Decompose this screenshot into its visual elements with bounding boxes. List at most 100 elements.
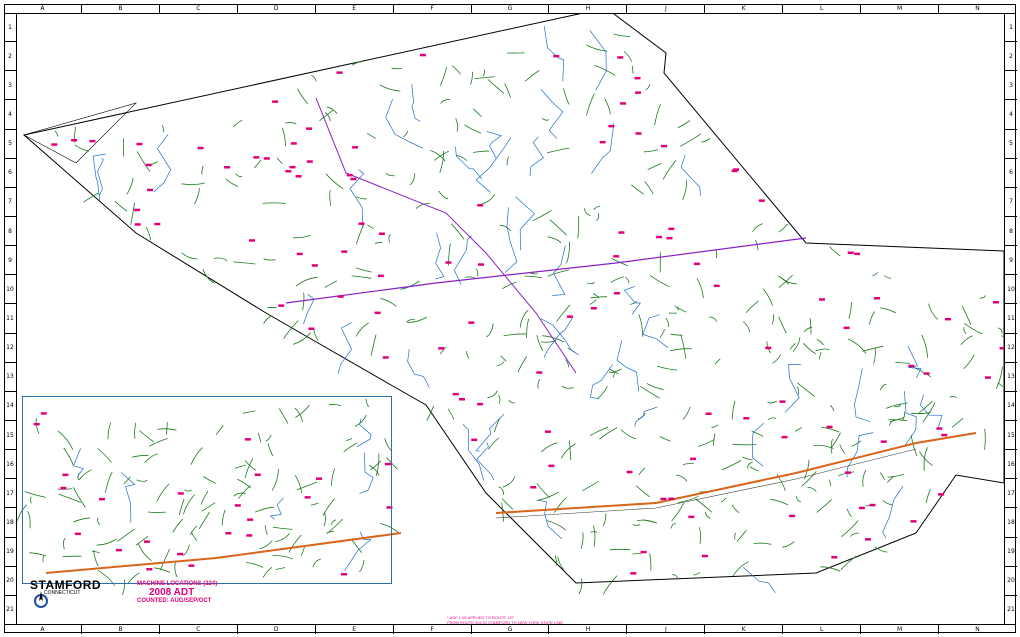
road-segment bbox=[782, 541, 795, 548]
road-segment bbox=[767, 417, 777, 421]
road-segment bbox=[439, 67, 447, 86]
road-segment bbox=[888, 419, 908, 422]
count-station-marker bbox=[336, 71, 343, 74]
road-segment bbox=[326, 106, 338, 114]
road-segment bbox=[506, 156, 509, 166]
road-segment bbox=[583, 208, 591, 217]
road-segment bbox=[582, 480, 599, 492]
road-segment bbox=[925, 489, 931, 504]
stream bbox=[540, 89, 564, 139]
road-segment bbox=[283, 320, 299, 339]
road-segment bbox=[537, 379, 541, 389]
road-segment bbox=[928, 303, 938, 320]
road-segment bbox=[620, 429, 637, 440]
road-segment bbox=[235, 173, 243, 177]
road-segment bbox=[254, 159, 262, 169]
road-segment bbox=[753, 542, 772, 545]
road-segment bbox=[504, 83, 511, 98]
stream bbox=[453, 235, 472, 285]
row-label: 9 bbox=[1005, 246, 1017, 276]
road-segment bbox=[631, 184, 644, 195]
count-station-marker bbox=[781, 435, 788, 439]
stream bbox=[337, 322, 353, 374]
row-label: 15 bbox=[4, 421, 16, 451]
count-station-marker bbox=[471, 438, 478, 442]
road-segment bbox=[879, 383, 887, 391]
road-segment bbox=[295, 276, 318, 287]
road-segment bbox=[262, 202, 286, 204]
road-segment bbox=[649, 553, 652, 571]
count-station-marker bbox=[908, 364, 915, 368]
road-segment bbox=[731, 400, 736, 420]
column-label: N bbox=[975, 5, 980, 12]
road-segment bbox=[554, 555, 558, 566]
row-label: 8 bbox=[1005, 217, 1017, 247]
route-note: * AGF 1.05 APPLIED TO ROUTE 137 FROM ROU… bbox=[447, 615, 563, 625]
row-label: 17 bbox=[4, 479, 16, 509]
count-station-marker bbox=[630, 572, 637, 575]
road-segment bbox=[498, 486, 505, 495]
road-segment bbox=[324, 280, 338, 288]
road-segment bbox=[647, 162, 662, 170]
road-segment bbox=[451, 223, 465, 240]
count-station-marker bbox=[847, 251, 854, 254]
road-segment bbox=[438, 190, 449, 200]
count-station-marker bbox=[306, 127, 312, 130]
road-segment bbox=[874, 546, 888, 553]
road-segment bbox=[818, 351, 822, 360]
road-segment bbox=[895, 362, 910, 364]
row-label: 1 bbox=[1005, 13, 1017, 43]
count-station-marker bbox=[992, 301, 999, 304]
road-segment bbox=[979, 295, 986, 299]
count-station-marker bbox=[999, 347, 1004, 350]
stream bbox=[515, 196, 535, 251]
count-station-marker bbox=[452, 392, 459, 396]
stream bbox=[153, 134, 172, 193]
road-segment bbox=[962, 306, 972, 325]
count-station-marker bbox=[71, 139, 78, 142]
stream bbox=[589, 30, 607, 91]
stream bbox=[882, 485, 904, 539]
road-segment bbox=[566, 241, 570, 264]
road-segment bbox=[547, 236, 562, 244]
count-station-marker bbox=[341, 250, 348, 253]
road-segment bbox=[813, 444, 834, 449]
count-station-marker bbox=[938, 493, 945, 496]
stream bbox=[538, 499, 563, 540]
count-station-marker bbox=[854, 252, 861, 256]
row-label: 3 bbox=[4, 71, 16, 101]
road-segment bbox=[662, 160, 677, 180]
row-label: 12 bbox=[1005, 334, 1017, 363]
count-station-marker bbox=[154, 222, 161, 226]
stream bbox=[462, 424, 485, 481]
adt-legend: MACHINE LOCATIONS (224) 2008 ADT COUNTED… bbox=[137, 581, 217, 604]
road-segment bbox=[473, 150, 490, 153]
road-segment bbox=[656, 365, 678, 371]
road-segment bbox=[329, 190, 332, 206]
count-station-marker bbox=[984, 376, 991, 379]
road-segment bbox=[556, 304, 571, 322]
count-station-marker bbox=[731, 169, 738, 173]
row-label: 6 bbox=[4, 159, 16, 188]
road-segment bbox=[586, 282, 595, 285]
map-sheet: ABCDEFGHJKLMN ABCDEFGHJKLMN 1 2 3 4 5 6 7 8 9 10 1… bbox=[0, 0, 1020, 637]
row-label: 10 bbox=[1005, 275, 1017, 305]
road-segment bbox=[770, 498, 789, 506]
road-segment bbox=[772, 354, 781, 364]
count-station-marker bbox=[869, 503, 876, 507]
count-station-marker bbox=[306, 160, 313, 163]
row-label: 13 bbox=[1005, 363, 1017, 392]
road-segment bbox=[623, 51, 632, 62]
count-station-marker bbox=[843, 326, 850, 330]
column-label: D bbox=[238, 4, 316, 13]
road-segment bbox=[590, 531, 598, 534]
road-segment bbox=[754, 240, 759, 251]
row-label: 17 bbox=[1005, 479, 1017, 509]
road-segment bbox=[406, 318, 415, 323]
road-segment bbox=[380, 297, 397, 307]
count-station-marker bbox=[693, 262, 700, 266]
road-segment bbox=[263, 258, 276, 261]
road-segment bbox=[560, 443, 576, 459]
road-segment bbox=[963, 327, 967, 334]
road-segment bbox=[302, 292, 305, 311]
